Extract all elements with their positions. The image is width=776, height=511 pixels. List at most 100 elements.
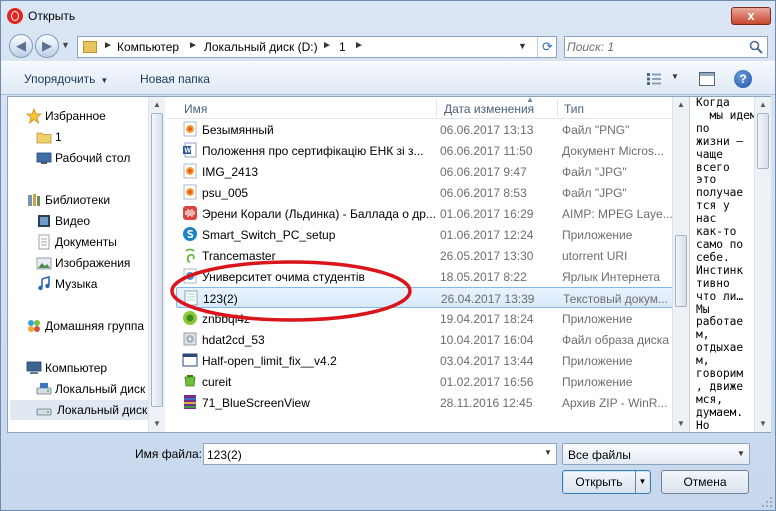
file-date: 01.06.2017 16:29 <box>440 207 534 221</box>
chevron-right-icon[interactable]: ► <box>354 40 364 51</box>
sidebar-item-documents[interactable]: Документы <box>36 232 144 252</box>
preview-line: мся, <box>696 392 723 406</box>
table-row[interactable]: 71_BlueScreenView 28.11.2016 12:45 Архив Z… <box>176 392 674 413</box>
view-dropdown-icon[interactable]: ▼ <box>671 72 679 81</box>
table-row[interactable]: psu_005 06.06.2017 8:53 Файл "JPG" <box>176 182 674 203</box>
file-type: Приложение <box>562 354 633 368</box>
forward-button[interactable]: ▶ <box>35 34 59 58</box>
back-button[interactable]: ◀ <box>9 34 33 58</box>
homegroup-icon <box>28 320 40 332</box>
sidebar-item-folder-1[interactable]: 1 <box>36 127 144 147</box>
sidebar-item-homegroup[interactable]: Домашняя группа <box>26 316 144 336</box>
scroll-down-icon[interactable]: ▼ <box>149 416 165 432</box>
table-row[interactable]: Безымянный 06.06.2017 13:13 Файл "PNG" <box>176 119 674 140</box>
preview-line: Инстинк <box>696 263 744 277</box>
filename-input[interactable] <box>207 447 537 462</box>
sidebar-item-favorites[interactable]: Избранное <box>26 106 144 126</box>
sidebar-item-computer[interactable]: Компьютер <box>26 358 144 378</box>
preview-line: тивно <box>696 276 730 290</box>
filename-dropdown-icon[interactable]: ▼ <box>544 448 552 457</box>
file-type: Приложение <box>562 375 633 389</box>
resize-grip-icon[interactable] <box>761 496 773 508</box>
column-divider[interactable] <box>557 99 558 117</box>
disc-image-icon <box>183 332 197 346</box>
new-folder-button[interactable]: Новая папка <box>140 72 210 86</box>
preview-scrollbar[interactable]: ▲ ▼ <box>754 97 771 432</box>
table-row[interactable]: Университет очима студентів 18.05.2017 8:… <box>176 266 674 287</box>
preview-pane-icon[interactable] <box>699 72 715 86</box>
table-row[interactable]: Half-open_limit_fix__v4.2 03.04.2017 13:4… <box>176 350 674 371</box>
sidebar-item-libraries[interactable]: Библиотеки <box>26 190 144 210</box>
column-divider[interactable] <box>436 99 437 117</box>
filetype-value: Все файлы <box>568 448 631 462</box>
recent-pages-dropdown-icon[interactable]: ▼ <box>61 40 70 50</box>
scroll-down-icon[interactable]: ▼ <box>673 416 689 432</box>
file-name: 123(2) <box>203 292 238 306</box>
address-history-dropdown-icon[interactable]: ▼ <box>518 41 527 51</box>
help-icon[interactable]: ? <box>734 70 752 88</box>
scrollbar-thumb[interactable] <box>757 113 769 169</box>
chevron-right-icon[interactable]: ► <box>322 40 332 51</box>
breadcrumb-drive[interactable]: Локальный диск (D:) <box>204 40 318 54</box>
sidebar-item-music[interactable]: Музыка <box>36 274 144 294</box>
scrollbar-thumb[interactable] <box>675 235 687 307</box>
table-row[interactable]: Trancemaster 26.05.2017 13:30 utorrent URI <box>176 245 674 266</box>
scroll-up-icon[interactable]: ▲ <box>149 97 165 113</box>
refresh-icon[interactable]: ⟳ <box>537 37 557 57</box>
column-header-date[interactable]: Дата изменения <box>444 102 534 116</box>
sidebar-item-local-disk[interactable]: Локальный диск <box>36 379 145 399</box>
search-box[interactable] <box>564 36 768 58</box>
sidebar-item-pictures[interactable]: Изображения <box>36 253 144 273</box>
organize-button[interactable]: Упорядочить ▼ <box>24 72 108 86</box>
app-icon <box>183 311 197 325</box>
column-header-type[interactable]: Тип <box>564 102 584 116</box>
file-name: IMG_2413 <box>202 165 259 179</box>
preview-line: , движе <box>696 379 744 393</box>
file-date: 10.04.2017 16:04 <box>440 333 534 347</box>
search-icon[interactable] <box>749 40 763 54</box>
table-row[interactable]: hdat2cd_53 10.04.2017 16:04 Файл образа ди… <box>176 329 674 350</box>
scroll-up-icon[interactable]: ▲ <box>755 97 771 113</box>
table-row[interactable]: Smart_Switch_PC_setup 01.06.2017 12:24 При… <box>176 224 674 245</box>
sidebar-item-desktop[interactable]: Рабочий стол <box>36 148 144 168</box>
scroll-up-icon[interactable]: ▲ <box>673 97 689 113</box>
chevron-right-icon[interactable]: ► <box>103 40 113 51</box>
table-row[interactable]: cureit 01.02.2017 16:56 Приложение <box>176 371 674 392</box>
column-header-name[interactable]: Имя <box>184 102 207 116</box>
filename-combobox[interactable]: ▼ <box>203 443 557 465</box>
file-list: Имя ▲ Дата изменения Тип Безымянный 06.06… <box>166 97 688 432</box>
close-button[interactable]: x <box>731 7 771 25</box>
address-bar[interactable]: ► Компьютер ► Локальный диск (D:) ► 1 ► … <box>77 36 557 58</box>
sidebar-item-local-disk-selected[interactable]: Локальный диск <box>10 400 148 420</box>
sidebar-scrollbar[interactable]: ▲ ▼ <box>148 97 165 432</box>
search-input[interactable] <box>567 39 743 55</box>
file-name: Безымянный <box>202 123 274 137</box>
folder-icon <box>36 132 52 144</box>
chevron-right-icon[interactable]: ► <box>188 40 198 51</box>
file-name: psu_005 <box>202 186 249 200</box>
computer-icon <box>26 361 42 374</box>
table-row[interactable]: znbbql4z 19.04.2017 18:24 Приложение <box>176 308 674 329</box>
preview-line: Но <box>696 418 710 432</box>
browser-content: Избранное 1 Рабочий стол Библиотеки Виде… <box>7 96 771 433</box>
table-row[interactable]: W Положення про сертифікацію ЕНК зі з... 0… <box>176 140 674 161</box>
file-type: Файл "JPG" <box>562 165 627 179</box>
open-options-dropdown-icon[interactable]: ▼ <box>635 471 649 493</box>
table-row-selected[interactable]: 123(2) 26.04.2017 13:39 Текстовый докум... <box>176 287 674 308</box>
file-name: Smart_Switch_PC_setup <box>202 228 336 242</box>
cancel-button[interactable]: Отмена <box>661 470 749 494</box>
breadcrumb-folder[interactable]: 1 <box>339 40 346 54</box>
file-name: hdat2cd_53 <box>202 333 265 347</box>
scrollbar-thumb[interactable] <box>151 113 163 407</box>
file-list-scrollbar[interactable]: ▲ ▼ <box>672 97 689 432</box>
drive-icon <box>36 383 52 395</box>
breadcrumb-computer[interactable]: Компьютер <box>117 40 179 54</box>
filetype-select[interactable]: Все файлы ▼ <box>562 443 750 465</box>
file-name: znbbql4z <box>202 312 251 326</box>
sidebar-item-video[interactable]: Видео <box>36 211 144 231</box>
scroll-down-icon[interactable]: ▼ <box>755 416 771 432</box>
open-button[interactable]: Открыть ▼ <box>562 470 651 494</box>
table-row[interactable]: IMG_2413 06.06.2017 9:47 Файл "JPG" <box>176 161 674 182</box>
view-options-icon[interactable] <box>647 73 661 85</box>
table-row[interactable]: Эрени Корали (Льдинка) - Баллада о др...… <box>176 203 674 224</box>
